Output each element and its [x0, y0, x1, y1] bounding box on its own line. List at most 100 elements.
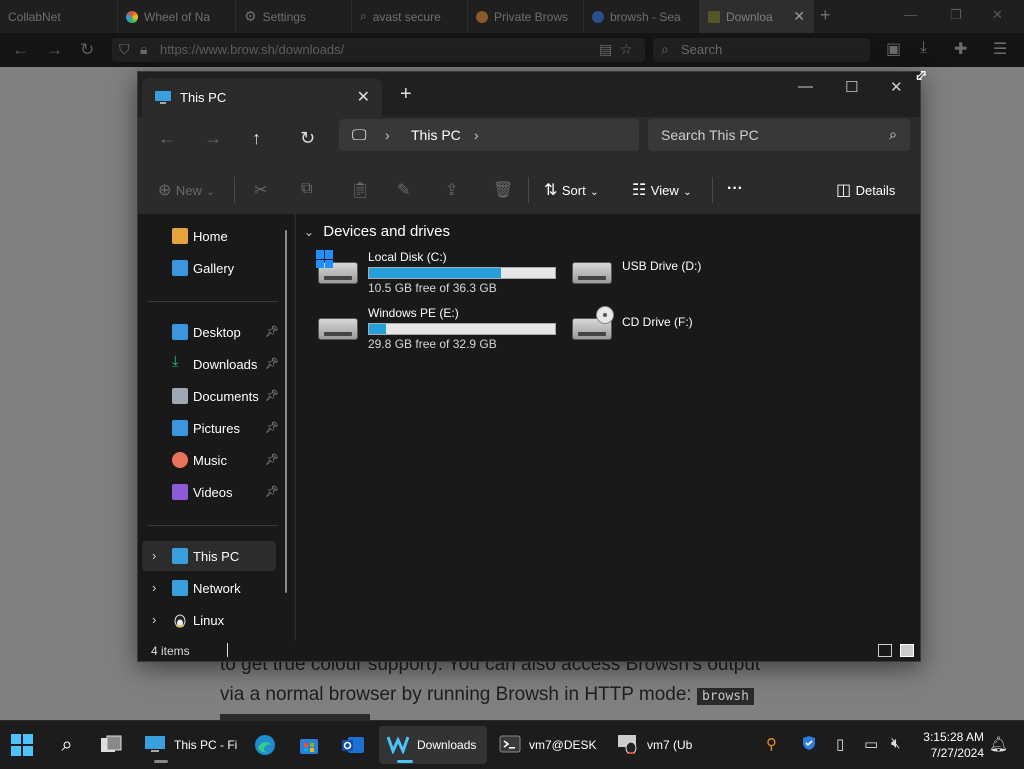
add-tab-icon[interactable]: + [400, 83, 412, 106]
up-arrow-icon[interactable]: ↑ [252, 128, 261, 149]
back-arrow-icon[interactable]: ← [158, 128, 176, 149]
speaker-muted-icon[interactable]: 🔇︎ [891, 735, 900, 752]
sidebar-item-gallery[interactable]: Gallery [142, 253, 276, 283]
sidebar-item-linux[interactable]: › Linux [142, 605, 276, 635]
new-button[interactable]: ⊕ New ⌄ [158, 180, 215, 200]
pin-icon[interactable]: 📌︎ [265, 325, 279, 338]
video-icon [172, 484, 188, 500]
library-icon[interactable]: ▣ [886, 39, 901, 59]
chevron-right-icon[interactable]: › [152, 580, 156, 595]
reload-icon[interactable]: ↻ [80, 40, 94, 60]
view-button[interactable]: ☷ View ⌄ [632, 180, 692, 200]
search-input[interactable]: Search This PC ⌕ [648, 119, 910, 151]
edge-icon[interactable] [253, 733, 277, 757]
pin-icon[interactable]: 📌︎ [265, 389, 279, 402]
chevron-right-icon[interactable]: › [152, 612, 156, 627]
breadcrumb-item[interactable]: This PC [411, 127, 461, 143]
back-arrow-icon[interactable]: ← [12, 40, 29, 60]
pin-icon[interactable]: 📌︎ [265, 453, 279, 466]
bookmark-star-icon[interactable]: ☆ [620, 41, 633, 58]
forward-arrow-icon[interactable]: → [46, 40, 63, 60]
close-window-icon[interactable]: ✕ [992, 7, 1003, 23]
browser-tab[interactable]: browsh - Sea [584, 0, 700, 33]
close-tab-icon[interactable]: ✕ [793, 8, 805, 25]
browser-tab[interactable]: Wheel of Na [118, 0, 236, 33]
chevron-right-icon[interactable]: › [385, 127, 390, 143]
lock-icon[interactable]: 🔒︎ [140, 41, 147, 58]
new-tab-button[interactable]: + [820, 5, 831, 26]
browser-tab[interactable]: Private Brows [468, 0, 584, 33]
drive-item[interactable]: CD Drive (F:) [570, 306, 820, 358]
sidebar-item-music[interactable]: Music 📌︎ [142, 445, 279, 475]
sidebar-item-videos[interactable]: Videos 📌︎ [142, 477, 279, 507]
usb-device-icon[interactable]: ▯ [836, 735, 844, 753]
taskbar-app-explorer[interactable]: This PC - Fi [136, 726, 242, 764]
chevron-right-icon[interactable]: › [474, 127, 479, 143]
sidebar-item-pictures[interactable]: Pictures 📌︎ [142, 413, 279, 443]
share-icon[interactable]: ⇪ [445, 180, 458, 200]
shield-icon[interactable]: ⛉ [119, 41, 130, 58]
browser-tab-label: Wheel of Na [144, 9, 211, 24]
group-header[interactable]: ⌄ Devices and drives [304, 223, 450, 240]
sort-button[interactable]: ⇅ Sort ⌄ [544, 180, 599, 200]
downloads-icon[interactable]: ⤓ [920, 39, 927, 57]
explorer-tab[interactable]: This PC ✕ [142, 78, 382, 117]
notification-bell-icon[interactable]: 🔔︎ [989, 735, 1008, 753]
taskbar-app-terminal[interactable]: vm7@DESK [491, 726, 599, 764]
magnifier-app-icon[interactable]: ⚲ [766, 735, 777, 753]
browser-tab[interactable]: CollabNet [0, 0, 118, 33]
delete-icon[interactable]: 🗑︎ [493, 180, 513, 200]
restore-icon[interactable]: ❐ [950, 7, 962, 23]
large-icons-view-icon[interactable] [900, 644, 914, 657]
pin-icon[interactable]: 📌︎ [265, 485, 279, 498]
close-tab-icon[interactable]: ✕ [357, 87, 370, 107]
rename-icon[interactable]: ✎ [397, 180, 410, 200]
taskbar-app-vm[interactable]: vm7 (Ub [609, 726, 709, 764]
details-button[interactable]: ◫ Details [836, 180, 895, 200]
task-view-icon[interactable] [99, 733, 123, 757]
browser-search-field[interactable]: ⌕ Search [653, 38, 870, 62]
sidebar-item-network[interactable]: › Network [142, 573, 276, 603]
sidebar-item-home[interactable]: Home [142, 221, 276, 251]
drive-item[interactable]: USB Drive (D:) [570, 250, 820, 302]
sidebar-scrollbar[interactable] [285, 230, 287, 593]
drive-item[interactable]: Local Disk (C:) 10.5 GB free of 36.3 GB [316, 250, 566, 302]
browser-tab-active[interactable]: Downloa ✕ [700, 0, 814, 33]
network-disconnected-icon[interactable]: ▭ [864, 735, 878, 753]
paste-icon[interactable]: 📋︎ [350, 180, 370, 200]
sidebar-item-desktop[interactable]: Desktop 📌︎ [142, 317, 279, 347]
drive-item[interactable]: Windows PE (E:) 29.8 GB free of 32.9 GB [316, 306, 566, 358]
url-bar[interactable]: ⛉ 🔒︎ https://www.brow.sh/downloads/ ▤ ☆ [112, 38, 645, 62]
sidebar-item-this-pc[interactable]: › This PC [142, 541, 276, 571]
taskbar-app-browser[interactable]: Downloads [379, 726, 487, 764]
search-icon[interactable]: ⌕ [55, 733, 79, 757]
chevron-down-icon: ⌄ [683, 187, 692, 198]
forward-arrow-icon[interactable]: → [204, 128, 222, 149]
minimize-icon[interactable]: — [798, 78, 813, 95]
minimize-icon[interactable]: — [904, 7, 917, 22]
pin-icon[interactable]: 📌︎ [265, 357, 279, 370]
chevron-right-icon[interactable]: › [152, 548, 156, 563]
clock[interactable]: 3:15:28 AM 7/27/2024 [914, 729, 984, 761]
sidebar-item-downloads[interactable]: ⤓ Downloads 📌︎ [142, 349, 279, 379]
breadcrumb[interactable]: 🖵︎ › This PC › [339, 119, 639, 151]
refresh-icon[interactable]: ↻ [300, 128, 315, 149]
cut-icon[interactable]: ✂ [254, 180, 267, 200]
maximize-icon[interactable]: ☐ [845, 78, 858, 96]
browser-tab[interactable]: ⌕ avast secure [352, 0, 468, 33]
extensions-icon[interactable]: ✚ [954, 39, 967, 59]
store-icon[interactable] [297, 733, 321, 757]
start-button[interactable] [10, 733, 34, 757]
reader-view-icon[interactable]: ▤ [599, 41, 612, 58]
chevron-down-icon[interactable]: ⌄ [304, 225, 314, 239]
copy-icon[interactable]: ⧉ [301, 180, 312, 198]
close-window-icon[interactable]: ✕ [890, 78, 903, 96]
browser-tab[interactable]: ⚙ Settings [236, 0, 352, 33]
more-options-icon[interactable]: ··· [727, 180, 743, 198]
outlook-icon[interactable] [341, 733, 365, 757]
pin-icon[interactable]: 📌︎ [265, 421, 279, 434]
details-view-icon[interactable] [878, 644, 892, 657]
security-shield-icon[interactable] [801, 735, 817, 755]
menu-icon[interactable]: ☰ [993, 39, 1007, 59]
sidebar-item-documents[interactable]: Documents 📌︎ [142, 381, 279, 411]
